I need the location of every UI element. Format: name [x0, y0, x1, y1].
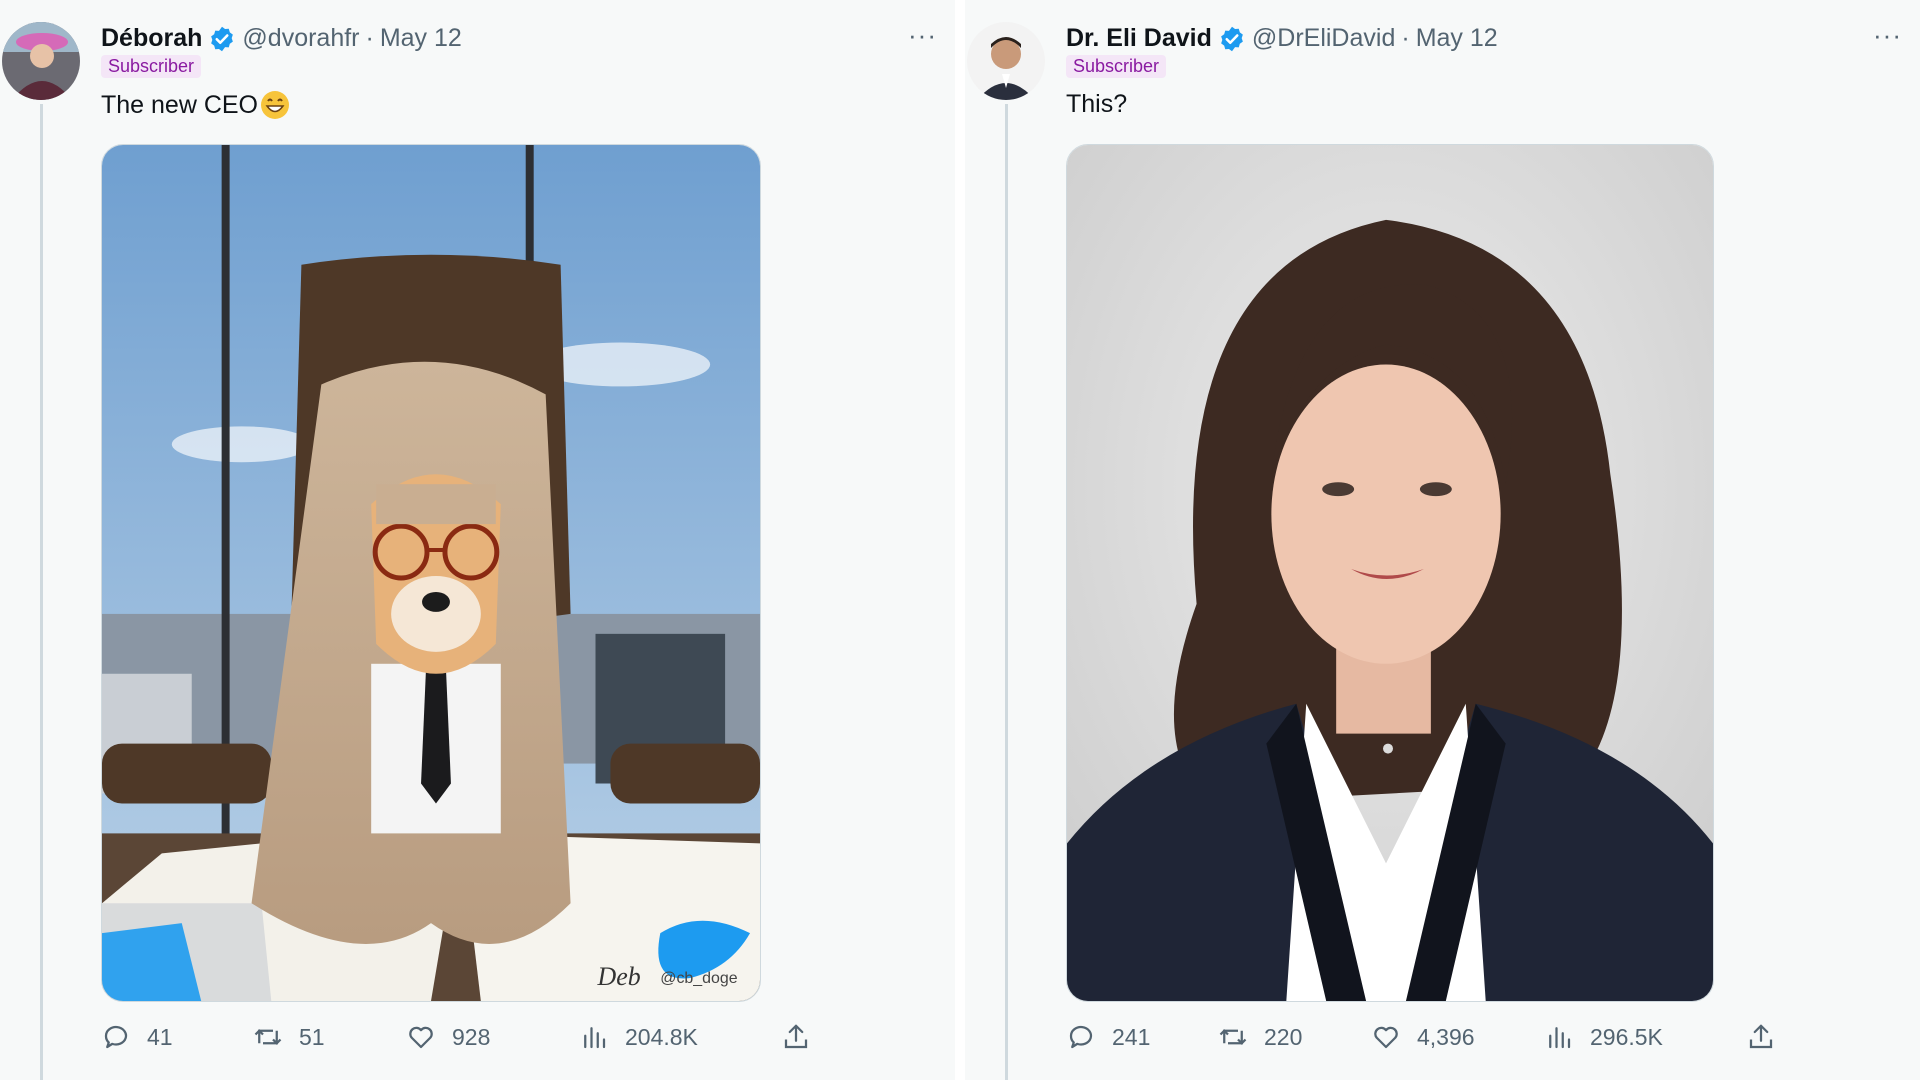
retweet-count: 51	[299, 1023, 325, 1050]
reply-icon	[1066, 1022, 1096, 1052]
views-button[interactable]: 296.5K	[1544, 1022, 1663, 1052]
thread-line	[40, 104, 43, 1080]
tweet-text-content: The new CEO	[101, 90, 259, 119]
share-icon	[1746, 1022, 1776, 1052]
tweet-card-right[interactable]: Dr. Eli David @DrEliDavid · May 12 Subsc…	[965, 0, 1920, 1080]
thread-line	[1005, 104, 1008, 1080]
reply-count: 41	[147, 1023, 173, 1050]
author-name[interactable]: Dr. Eli David	[1066, 24, 1212, 53]
author-handle[interactable]: @dvorahfr	[242, 24, 359, 53]
reply-button[interactable]: 41	[101, 1022, 173, 1052]
watermark-deb: Deb	[596, 962, 640, 991]
tweet-text-content: This?	[1066, 90, 1128, 118]
author-name[interactable]: Déborah	[101, 24, 202, 53]
subscriber-badge: Subscriber	[1066, 55, 1167, 78]
retweet-count: 220	[1264, 1023, 1303, 1050]
retweet-button[interactable]: 51	[253, 1022, 325, 1052]
views-button[interactable]: 204.8K	[579, 1022, 698, 1052]
views-count: 296.5K	[1590, 1023, 1663, 1050]
tweet-date[interactable]: May 12	[380, 24, 462, 53]
subscriber-badge: Subscriber	[101, 55, 202, 78]
retweet-button[interactable]: 220	[1218, 1022, 1302, 1052]
tweet-image-portrait[interactable]	[1066, 144, 1714, 1002]
reply-button[interactable]: 241	[1066, 1022, 1150, 1052]
like-count: 928	[452, 1023, 491, 1050]
like-button[interactable]: 928	[406, 1022, 490, 1052]
views-icon	[579, 1022, 609, 1052]
share-icon	[781, 1022, 811, 1052]
share-button[interactable]	[781, 1022, 827, 1052]
verified-badge-icon	[1218, 25, 1246, 53]
tweet-actions: 41 51 928 204.8K	[101, 1022, 821, 1058]
like-count: 4,396	[1417, 1023, 1475, 1050]
retweet-icon	[253, 1022, 283, 1052]
views-icon	[1544, 1022, 1574, 1052]
like-icon	[406, 1022, 436, 1052]
like-button[interactable]: 4,396	[1371, 1022, 1475, 1052]
tweet-date[interactable]: May 12	[1416, 24, 1498, 53]
more-icon[interactable]: ···	[908, 20, 937, 51]
avatar[interactable]	[967, 22, 1045, 100]
tweet-text: This?	[1066, 90, 1127, 119]
separator-dot: ·	[365, 24, 374, 52]
tweet-image-doge-ceo[interactable]: Deb @cb_doge	[101, 144, 761, 1002]
tweet-card-left[interactable]: Déborah @dvorahfr · May 12 Subscriber ··…	[0, 0, 955, 1080]
tweet-text: The new CEO	[101, 90, 290, 120]
author-handle[interactable]: @DrEliDavid	[1252, 24, 1395, 53]
avatar[interactable]	[2, 22, 80, 100]
views-count: 204.8K	[625, 1023, 698, 1050]
retweet-icon	[1218, 1022, 1248, 1052]
grinning-face-emoji-icon	[260, 90, 290, 120]
reply-count: 241	[1112, 1023, 1151, 1050]
more-icon[interactable]: ···	[1873, 20, 1902, 51]
verified-badge-icon	[208, 25, 236, 53]
separator-dot: ·	[1401, 24, 1410, 52]
like-icon	[1371, 1022, 1401, 1052]
share-button[interactable]	[1746, 1022, 1792, 1052]
tweet-actions: 241 220 4,396 296.5K	[1066, 1022, 1786, 1058]
reply-icon	[101, 1022, 131, 1052]
image-credit: @cb_doge	[660, 970, 737, 987]
